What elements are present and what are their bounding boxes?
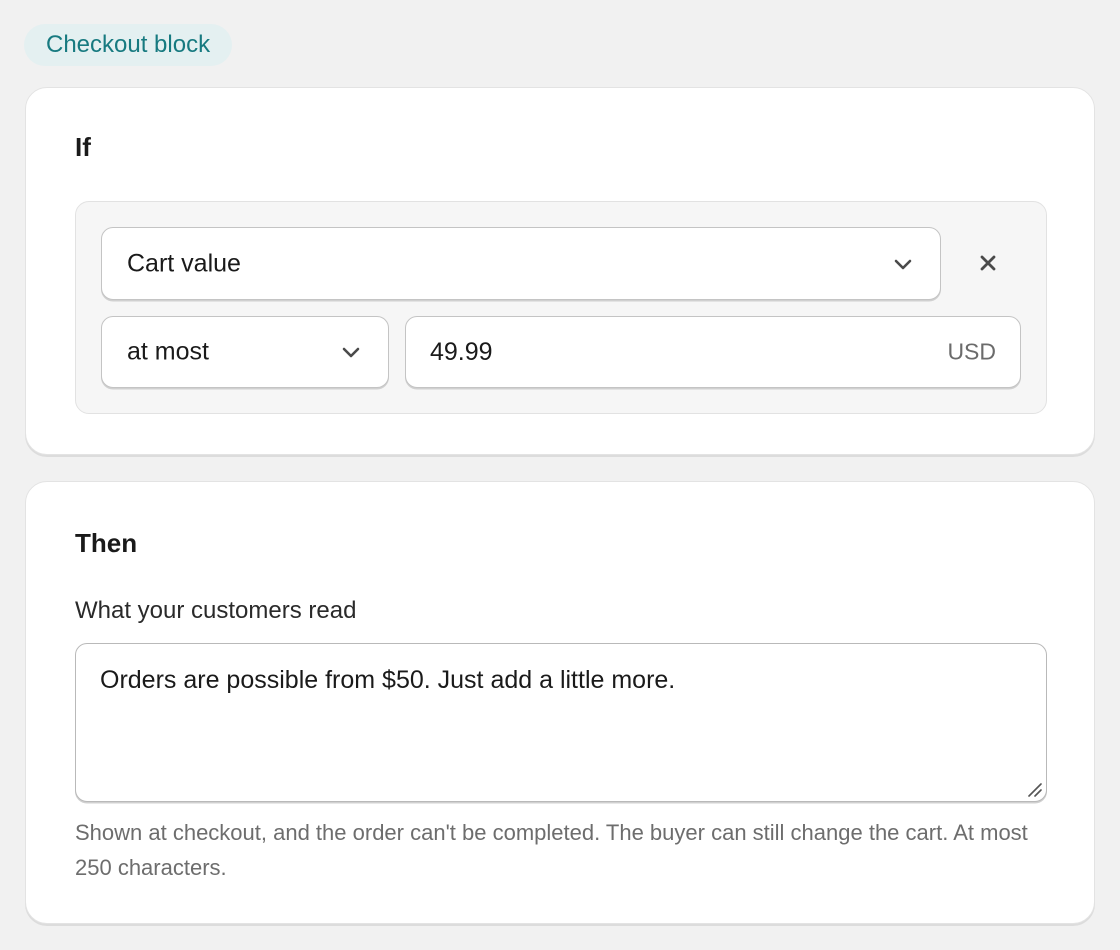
chevron-down-icon (894, 259, 912, 269)
checkout-block-editor: Checkout block If Cart value at most 49.… (0, 0, 1120, 950)
message-textarea[interactable]: Orders are possible from $50. Just add a… (76, 644, 1046, 801)
condition-field-select[interactable]: Cart value (101, 227, 941, 300)
remove-condition-button[interactable] (974, 249, 1002, 277)
if-card: If Cart value at most 49.99 USD (25, 87, 1095, 455)
condition-field-value: Cart value (127, 249, 241, 277)
close-icon (980, 255, 996, 271)
then-card: Then What your customers read Orders are… (25, 481, 1095, 924)
if-heading: If (75, 132, 91, 162)
then-heading: Then (75, 528, 138, 558)
message-field: Orders are possible from $50. Just add a… (75, 643, 1047, 802)
message-label: What your customers read (75, 597, 357, 624)
checkout-block-badge: Checkout block (24, 24, 233, 66)
condition-group: Cart value at most USD (75, 201, 1047, 414)
resize-handle-icon[interactable] (1026, 781, 1042, 797)
message-help-text: Shown at checkout, and the order can't b… (75, 820, 1028, 880)
amount-input[interactable] (430, 317, 910, 387)
amount-field: USD (405, 316, 1021, 388)
currency-suffix: USD (947, 338, 996, 365)
chevron-down-icon (342, 347, 360, 358)
condition-operator-value: at most (127, 337, 209, 366)
condition-operator-select[interactable]: at most (101, 316, 389, 388)
